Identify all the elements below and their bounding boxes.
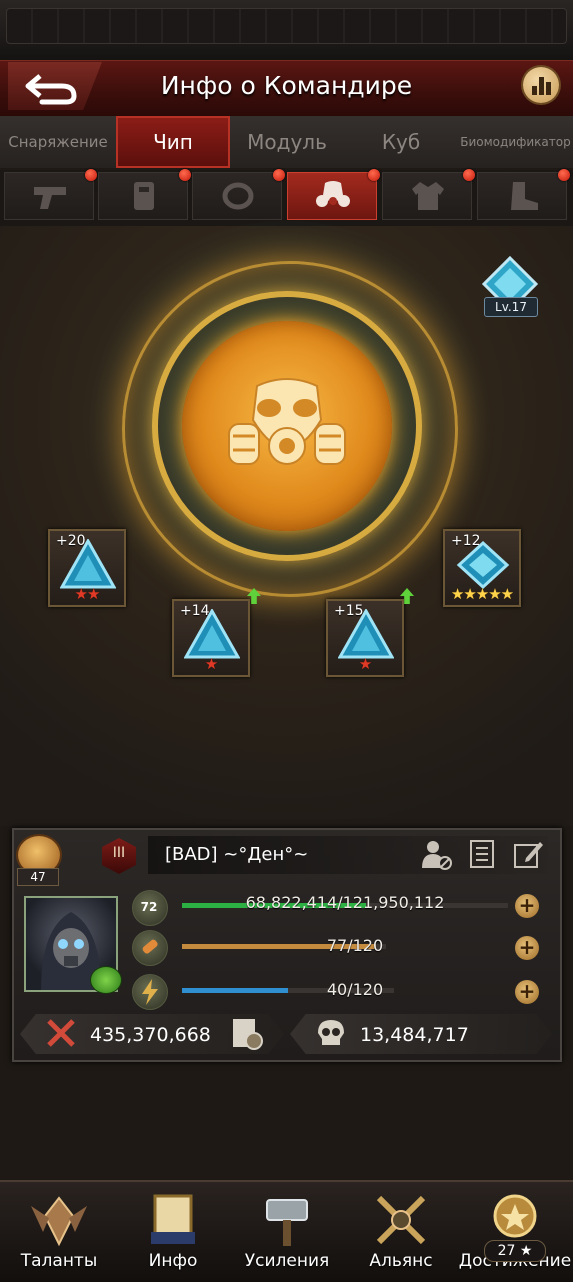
nav-info[interactable]: Инфо [116,1192,230,1278]
alliance-swords-icon [376,1195,426,1245]
tab-cube[interactable]: Куб [344,116,459,168]
jacket-icon [412,182,444,210]
achievement-count-badge: 27 ★ [484,1240,546,1262]
top-frame [0,0,573,62]
lightning-icon [142,979,158,1005]
tab-equipment[interactable]: Снаряжение [0,116,117,168]
kills-icon [314,1017,348,1051]
hammer-icon [266,1199,308,1246]
nav-talents[interactable]: Таланты [2,1192,116,1278]
edit-icon [514,842,543,868]
module-crystal-icon [184,609,240,659]
records-button[interactable] [466,838,498,870]
module-slot-1[interactable]: +20 ★★ [48,529,126,607]
document-clock-icon [233,1019,263,1050]
ring-icon [222,182,254,210]
notification-dot [85,169,97,181]
power-value: 435,370,668 [90,1024,211,1046]
module-slot-4[interactable]: +12 ★★★★★ [443,529,521,607]
crossed-swords-icon [47,1019,75,1047]
energy-icon [132,974,168,1010]
energy-value: 40/120 [326,980,384,999]
commander-level: 72 [140,900,158,914]
add-stamina-button[interactable]: + [515,936,539,960]
notification-dot [273,169,285,181]
notification-dot [368,169,380,181]
tab-module[interactable]: Модуль [230,116,345,168]
category-tabs: Снаряжение Чип Модуль Куб Биомодификатор [0,116,573,168]
slot-armor[interactable] [98,169,191,220]
nav-label: Таланты [20,1251,98,1271]
player-name: [BAD] ~°Ден°~ [165,844,309,865]
add-exp-button[interactable]: + [515,894,539,918]
tab-biomodifier[interactable]: Биомодификатор [458,116,573,168]
gas-mask-icon [316,181,350,207]
kills-value: 13,484,717 [360,1024,469,1046]
pistol-icon [34,187,66,209]
exp-value: 68,822,414/121,950,112 [245,893,445,912]
syringe-icon [142,939,158,954]
skull-icon [318,1020,344,1045]
bar-chart-icon [532,77,551,95]
notification-dot [179,169,191,181]
stamina-icon [132,930,168,966]
slot-boots[interactable] [477,169,570,220]
tab-chip[interactable]: Чип [116,116,231,168]
module-stars: ★★★★★ [450,585,514,603]
nav-alliance[interactable]: Альянс [344,1192,458,1278]
slot-mask[interactable] [287,169,380,220]
nav-label: Альянс [369,1251,433,1271]
person-block-icon [422,841,452,870]
module-diamond-icon [456,540,510,589]
chip-level: Lv.17 [484,297,538,317]
page-title: Инфо о Командире [160,71,413,100]
nav-boosts[interactable]: Усиления [230,1192,344,1278]
notification-dot [558,169,570,181]
document-list-icon [470,840,494,868]
armor-plate-icon [134,182,154,210]
refresh-icon[interactable] [90,966,122,994]
nav-label: Инфо [148,1251,198,1271]
power-details-button[interactable] [230,1017,264,1051]
player-block-button[interactable] [420,838,452,870]
module-slot-2[interactable]: +14 ★ [172,599,250,677]
back-arrow-icon [25,74,77,105]
boot-icon [511,182,538,210]
rank-level: 47 [17,868,59,886]
add-energy-button[interactable]: + [515,980,539,1004]
nav-label: Усиления [244,1251,330,1271]
module-crystal-icon [60,539,116,589]
slot-ring[interactable] [192,169,285,220]
module-crystal-icon [338,609,394,659]
stats-button[interactable] [523,67,559,103]
edit-button[interactable] [512,838,544,870]
talent-wings-icon [31,1196,87,1247]
gas-mask-icon [228,378,346,465]
gear-slot-row [0,169,573,226]
module-stars: ★ [358,655,372,673]
module-slot-3[interactable]: +15 ★ [326,599,404,677]
alliance-rank-text: III [112,845,126,861]
stamina-value: 77/120 [326,936,384,955]
info-book-icon [151,1194,195,1244]
nav-achievements[interactable]: Достижение [458,1192,572,1278]
notification-dot [463,169,475,181]
slot-jacket[interactable] [382,169,475,220]
module-stars: ★★ [74,585,101,603]
module-stars: ★ [204,655,218,673]
energy-bar-fill [182,988,288,993]
power-icon [44,1016,78,1050]
slot-weapon[interactable] [4,169,97,220]
